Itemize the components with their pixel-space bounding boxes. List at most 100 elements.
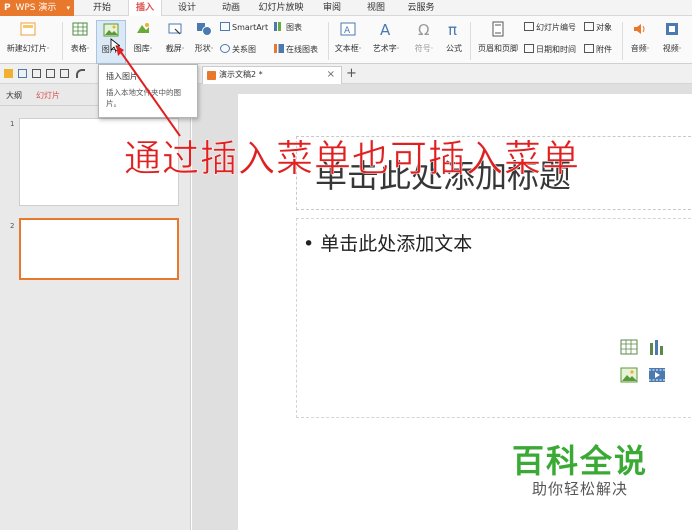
tab-review[interactable]: 审阅: [318, 0, 346, 16]
screenshot-icon: [168, 23, 182, 35]
relation-diagram-label: 关系图: [232, 45, 256, 54]
shapes-icon: [197, 23, 212, 36]
new-slide-icon: [20, 22, 36, 36]
slide-number: 2: [10, 222, 15, 230]
online-chart-button[interactable]: 在线图表: [274, 44, 318, 56]
slide-number: 1: [10, 120, 15, 128]
ribbon-divider: [328, 22, 329, 60]
datetime-label: 日期和时间: [536, 45, 576, 54]
ribbon-divider: [622, 22, 623, 60]
menu-bar: P WPS 演示 ▾ 开始 插入 设计 动画 幻灯片放映 审阅 视图 云服务: [0, 0, 692, 16]
object-button[interactable]: 对象: [584, 22, 612, 34]
svg-text:π: π: [448, 21, 457, 38]
smartart-icon: [220, 22, 230, 31]
svg-text:A: A: [344, 26, 351, 36]
ribbon-toolbar: 新建幻灯片· 表格· 图片· 图库· 截屏· 形状· SmartArt 图表 关…: [0, 16, 692, 64]
tab-insert[interactable]: 插入: [128, 0, 162, 16]
insert-chart-icon[interactable]: [648, 338, 666, 356]
svg-text:Ω: Ω: [418, 21, 429, 38]
object-icon: [584, 22, 594, 31]
insert-table-icon[interactable]: [620, 338, 638, 356]
undo-icon[interactable]: [76, 69, 85, 78]
datetime-button[interactable]: 日期和时间: [524, 44, 576, 56]
smartart-button[interactable]: SmartArt: [220, 22, 268, 34]
tab-outline[interactable]: 大纲: [6, 90, 22, 101]
table-label: 表格·: [70, 44, 90, 53]
mouse-cursor-icon: [110, 38, 120, 52]
slide-thumbnail-selected[interactable]: [19, 218, 179, 280]
film-icon: [666, 23, 678, 35]
app-menu-button[interactable]: P WPS 演示 ▾: [0, 0, 74, 16]
insert-picture-icon[interactable]: [620, 366, 638, 384]
gallery-button[interactable]: 图库·: [128, 20, 158, 64]
ribbon-divider: [62, 22, 63, 60]
export-icon[interactable]: [32, 69, 41, 78]
app-name: WPS 演示: [15, 3, 57, 13]
slide-number-icon: [524, 22, 534, 31]
object-label: 对象: [596, 23, 612, 32]
textbox-icon: A: [340, 22, 356, 36]
tab-slides[interactable]: 幻灯片: [36, 90, 60, 101]
wordart-label: 艺术字·: [372, 44, 400, 53]
chart-button[interactable]: 图表: [274, 22, 302, 34]
symbol-label: 符号·: [414, 44, 434, 53]
tab-slideshow[interactable]: 幻灯片放映: [256, 0, 306, 16]
attachment-label: 附件: [596, 45, 612, 54]
watermark: 百科全说 助你轻松解决: [493, 420, 667, 506]
chart-icon: [274, 22, 284, 31]
close-icon[interactable]: ×: [327, 67, 335, 83]
attachment-button[interactable]: 附件: [584, 44, 612, 56]
watermark-title: 百科全说: [511, 442, 648, 480]
new-slide-label: 新建幻灯片·: [6, 44, 50, 53]
pi-icon: π: [448, 21, 457, 38]
picture-icon: [103, 23, 119, 37]
header-footer-icon: [492, 21, 504, 37]
video-button[interactable]: 视频·: [658, 20, 686, 64]
new-tab-button[interactable]: +: [346, 66, 357, 82]
wps-logo-icon: P: [4, 3, 11, 13]
omega-icon: Ω: [418, 21, 429, 38]
relation-diagram-button[interactable]: 关系图: [220, 44, 256, 56]
symbol-button[interactable]: Ω 符号·: [412, 20, 436, 64]
formula-label: 公式: [446, 44, 462, 53]
audio-label: 音频·: [630, 44, 650, 53]
gallery-icon: [137, 23, 149, 33]
annotation-caption: 通过插入菜单也可插入菜单: [124, 137, 580, 181]
insert-video-icon[interactable]: [648, 366, 666, 384]
slide-number-button[interactable]: 幻灯片编号: [524, 22, 576, 34]
speaker-icon: [634, 24, 645, 34]
header-footer-button[interactable]: 页眉和页脚: [474, 20, 522, 64]
document-tab[interactable]: 演示文稿2 * ×: [202, 66, 342, 84]
shapes-button[interactable]: 形状·: [190, 20, 218, 64]
document-tab-title: 演示文稿2 *: [219, 70, 263, 79]
formula-button[interactable]: π 公式: [442, 20, 466, 64]
presentation-file-icon: [207, 71, 216, 80]
new-slide-button[interactable]: 新建幻灯片·: [4, 20, 52, 64]
gallery-label: 图库·: [133, 44, 153, 53]
tab-home[interactable]: 开始: [88, 0, 116, 16]
tab-design[interactable]: 设计: [172, 0, 202, 16]
attachment-icon: [584, 44, 594, 53]
tab-animation[interactable]: 动画: [216, 0, 246, 16]
tab-cloud-service[interactable]: 云服务: [402, 0, 440, 16]
preview-icon[interactable]: [60, 69, 69, 78]
open-icon[interactable]: [4, 69, 13, 78]
chevron-down-icon: ▾: [66, 4, 70, 12]
save-icon[interactable]: [18, 69, 27, 78]
wordart-button[interactable]: A 艺术字·: [368, 20, 404, 64]
screenshot-label: 截屏·: [165, 44, 185, 53]
table-button[interactable]: 表格·: [66, 20, 94, 64]
online-chart-icon: [274, 44, 284, 53]
svg-text:A: A: [380, 21, 391, 38]
shapes-label: 形状·: [194, 44, 214, 53]
smartart-label: SmartArt: [232, 23, 269, 32]
print-icon[interactable]: [46, 69, 55, 78]
textbox-button[interactable]: A 文本框·: [332, 20, 364, 64]
tooltip-description: 插入本地文件夹中的图片。: [106, 88, 181, 108]
calendar-icon: [524, 44, 534, 53]
body-placeholder[interactable]: • 单击此处添加文本: [296, 218, 692, 418]
textbox-label: 文本框·: [334, 44, 362, 53]
audio-button[interactable]: 音频·: [626, 20, 654, 64]
tab-view[interactable]: 视图: [362, 0, 390, 16]
screenshot-button[interactable]: 截屏·: [160, 20, 190, 64]
